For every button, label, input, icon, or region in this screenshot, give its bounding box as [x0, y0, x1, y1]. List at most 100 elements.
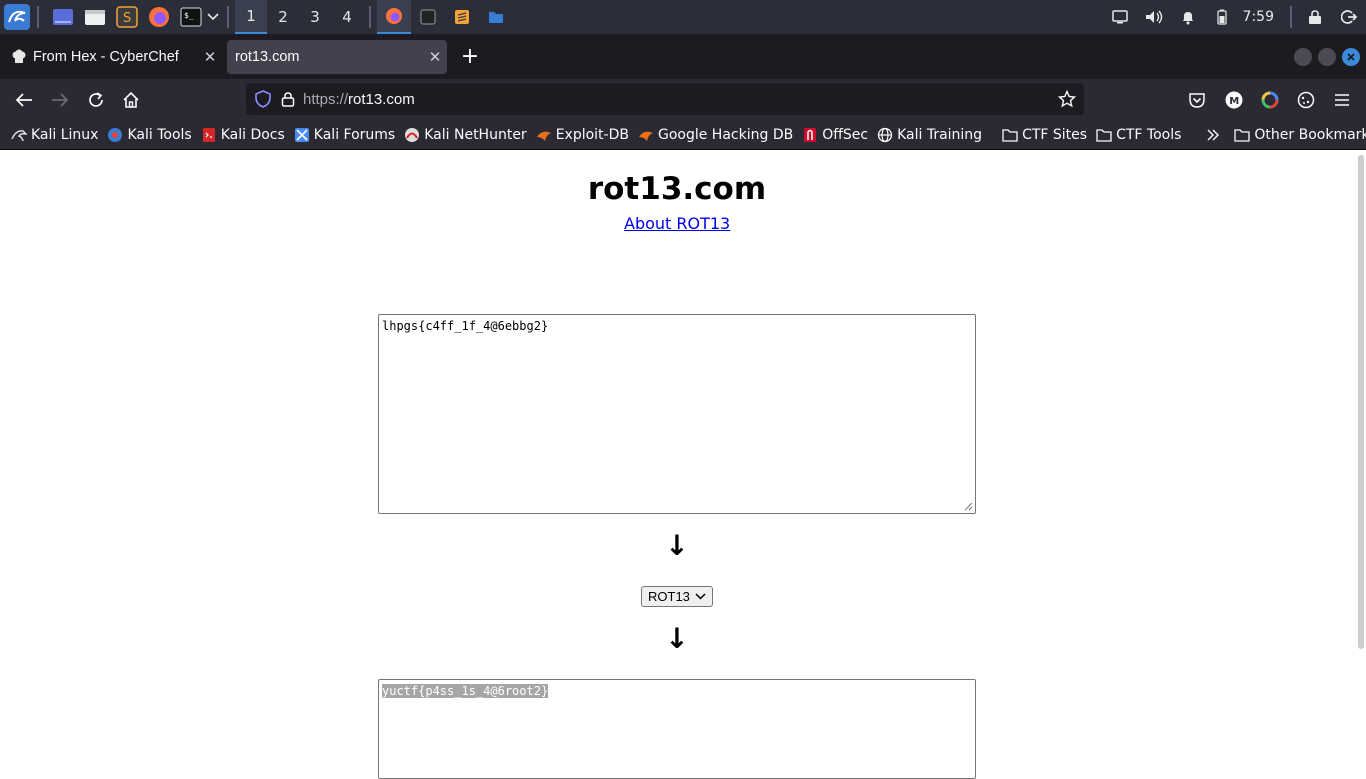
bookmark-folder-ctf-tools[interactable]: CTF Tools [1096, 127, 1181, 143]
home-button[interactable] [118, 87, 144, 113]
bookmark-label: OffSec [822, 126, 869, 143]
firefox-launcher-icon[interactable] [145, 3, 173, 31]
account-avatar-icon[interactable]: M [1221, 87, 1247, 113]
terminal-window-button[interactable] [411, 0, 445, 34]
exploit-db-icon [536, 127, 552, 143]
bookmark-kali-training[interactable]: Kali Training [877, 127, 982, 143]
page-content: rot13.com About ROT13 lhpgs{c4ff_1f_4@6e… [0, 151, 1366, 779]
taskbar-separator [227, 6, 229, 28]
chef-hat-icon [11, 49, 27, 65]
workspace-3[interactable]: 3 [299, 0, 331, 34]
chevron-down-icon[interactable] [205, 3, 221, 31]
bookmark-folder-ctf-sites[interactable]: CTF Sites [1002, 127, 1087, 143]
kali-tools-icon [107, 127, 123, 143]
close-tab-icon[interactable]: ✕ [423, 48, 447, 66]
bookmark-label: Google Hacking DB [657, 126, 794, 143]
logout-icon[interactable] [1332, 0, 1366, 34]
bookmark-exploit-db[interactable]: Exploit-DB [536, 127, 629, 143]
down-arrow-icon: ↓ [665, 529, 689, 562]
close-tab-icon[interactable]: ✕ [198, 48, 222, 66]
chevron-double-right-icon [1205, 127, 1221, 143]
shield-icon[interactable] [255, 90, 271, 108]
tab-rot13[interactable]: rot13.com ✕ [227, 40, 447, 74]
bookmark-label: CTF Sites [1022, 126, 1088, 143]
cipher-select-value: ROT13 [648, 589, 690, 604]
offsec-icon [802, 127, 818, 143]
workspace-1[interactable]: 1 [235, 0, 267, 34]
bookmarks-toolbar: Kali Linux Kali Tools Kali Docs Kali For… [0, 120, 1366, 150]
folder-icon [1002, 127, 1018, 143]
tab-title: rot13.com [235, 49, 300, 65]
terminal-launcher-icon[interactable]: $_ [177, 3, 205, 31]
folder-icon [1096, 127, 1112, 143]
show-desktop-icon[interactable] [49, 3, 77, 31]
sublime-window-button[interactable] [445, 0, 479, 34]
pocket-icon[interactable] [1184, 87, 1210, 113]
ghdb-icon [638, 127, 654, 143]
bookmark-folder-other[interactable]: Other Bookmarks [1234, 127, 1366, 143]
sublime-text-icon[interactable]: S [113, 3, 141, 31]
firefox-window-button[interactable] [377, 0, 411, 34]
bookmark-label: Exploit-DB [555, 126, 629, 143]
forward-button[interactable] [47, 87, 73, 113]
down-arrow-icon: ↓ [665, 622, 689, 655]
url-text[interactable]: https://rot13.com [303, 91, 415, 108]
lock-screen-icon[interactable] [1298, 0, 1332, 34]
cipher-select[interactable]: ROT13 [641, 586, 713, 607]
svg-text:$_: $_ [184, 11, 194, 20]
workspace-4[interactable]: 4 [331, 0, 363, 34]
bookmarks-overflow-button[interactable] [1205, 127, 1225, 143]
maximize-window-button[interactable] [1318, 48, 1336, 66]
input-text: lhpgs{c4ff_1f_4@6ebbg2} [382, 319, 549, 333]
workspace-2[interactable]: 2 [267, 0, 299, 34]
tab-cyberchef[interactable]: From Hex - CyberChef ✕ [5, 40, 222, 74]
chevron-down-icon [695, 593, 706, 600]
kali-forums-icon [294, 127, 310, 143]
bookmark-google-hacking-db[interactable]: Google Hacking DB [638, 127, 793, 143]
bookmark-kali-linux[interactable]: Kali Linux [11, 127, 98, 143]
close-window-button[interactable] [1342, 48, 1360, 66]
nethunter-icon [404, 127, 420, 143]
clock[interactable]: 7:59 [1239, 9, 1284, 25]
file-manager-icon[interactable] [81, 3, 109, 31]
globe-icon [877, 127, 893, 143]
lock-icon[interactable] [281, 91, 295, 107]
browser-tab-bar: From Hex - CyberChef ✕ rot13.com ✕ + [0, 34, 1366, 79]
cookie-extension-icon[interactable] [1293, 87, 1319, 113]
kali-dragon-icon [11, 127, 27, 143]
battery-icon[interactable] [1205, 0, 1239, 34]
bookmark-star-icon[interactable] [1058, 90, 1076, 108]
kali-menu-icon[interactable] [3, 3, 31, 31]
output-textarea[interactable]: yuctf{p4ss_1s_4@6root2} [378, 679, 976, 779]
display-icon[interactable] [1103, 0, 1137, 34]
kali-docs-icon [201, 127, 217, 143]
bookmark-kali-docs[interactable]: Kali Docs [201, 127, 285, 143]
resize-grip-icon[interactable] [964, 502, 973, 511]
svg-text:S: S [123, 11, 131, 26]
bookmark-label: CTF Tools [1116, 126, 1182, 143]
back-button[interactable] [11, 87, 37, 113]
page-scrollbar[interactable] [1358, 155, 1364, 649]
page-title: rot13.com [587, 171, 767, 207]
bookmark-kali-nethunter[interactable]: Kali NetHunter [404, 127, 527, 143]
input-textarea[interactable]: lhpgs{c4ff_1f_4@6ebbg2} [378, 314, 976, 514]
taskbar-separator [37, 6, 39, 28]
volume-icon[interactable] [1137, 0, 1171, 34]
url-bar[interactable]: https://rot13.com [246, 83, 1084, 115]
bookmark-kali-forums[interactable]: Kali Forums [294, 127, 395, 143]
reload-button[interactable] [83, 87, 109, 113]
bookmark-label: Kali Forums [313, 126, 396, 143]
folder-window-button[interactable] [479, 0, 513, 34]
minimize-window-button[interactable] [1294, 48, 1312, 66]
about-rot13-link[interactable]: About ROT13 [624, 214, 730, 233]
color-extension-icon[interactable] [1257, 87, 1283, 113]
desktop-taskbar: S $_ 1 2 3 4 7:59 [0, 0, 1366, 34]
new-tab-button[interactable]: + [458, 46, 482, 70]
folder-icon [1234, 127, 1251, 143]
notifications-bell-icon[interactable] [1171, 0, 1205, 34]
bookmark-offsec[interactable]: OffSec [802, 127, 868, 143]
bookmark-kali-tools[interactable]: Kali Tools [107, 127, 192, 143]
system-tray: 7:59 [1103, 0, 1366, 34]
hamburger-menu-icon[interactable] [1329, 87, 1355, 113]
bookmark-label: Kali Training [897, 126, 983, 143]
